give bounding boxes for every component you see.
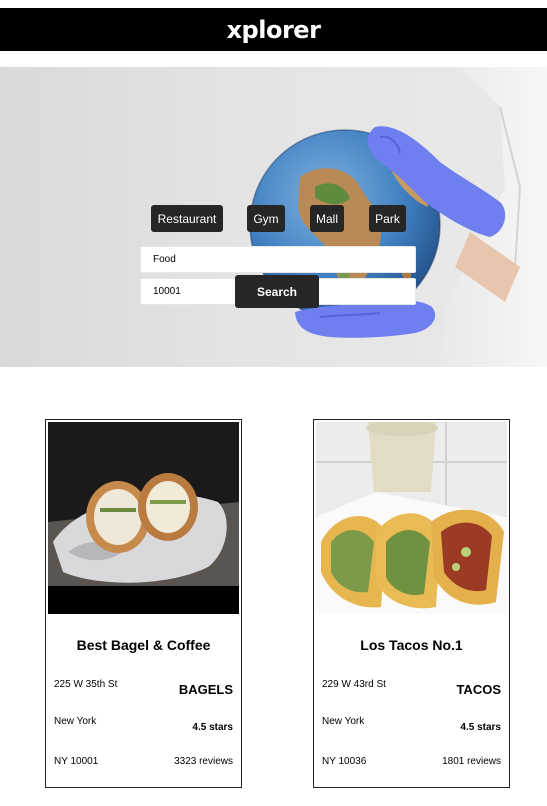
result-card[interactable]: Los Tacos No.1 229 W 43rd St TACOS New Y… xyxy=(313,419,510,788)
category-gym-button[interactable]: Gym xyxy=(247,205,285,232)
result-category: BAGELS xyxy=(178,682,233,697)
result-city: New York xyxy=(322,716,365,727)
search-term-input[interactable]: Food xyxy=(140,246,416,273)
tacos-photo xyxy=(316,422,507,614)
result-address: 225 W 35th St xyxy=(54,679,118,690)
bagel-sandwich-photo xyxy=(48,422,239,614)
result-name[interactable]: Best Bagel & Coffee xyxy=(46,637,241,653)
result-rating: 4.5 stars xyxy=(460,722,501,733)
result-city: New York xyxy=(54,716,97,727)
app-header: xplorer xyxy=(0,8,547,51)
result-reviews: 1801 reviews xyxy=(442,756,501,767)
hero-search-section: Restaurant Gym Mall Park Food 10001 Sear… xyxy=(0,67,547,367)
result-rating: 4.5 stars xyxy=(192,722,233,733)
category-restaurant-button[interactable]: Restaurant xyxy=(151,205,223,232)
result-name[interactable]: Los Tacos No.1 xyxy=(314,637,509,653)
result-category: TACOS xyxy=(456,682,501,697)
result-address: 229 W 43rd St xyxy=(322,679,386,690)
category-mall-button[interactable]: Mall xyxy=(310,205,344,232)
app-logo[interactable]: xplorer xyxy=(227,16,321,44)
search-button[interactable]: Search xyxy=(235,275,319,308)
result-zip: NY 10036 xyxy=(322,756,367,767)
category-park-button[interactable]: Park xyxy=(369,205,406,232)
result-reviews: 3323 reviews xyxy=(174,756,233,767)
result-zip: NY 10001 xyxy=(54,756,99,767)
result-card[interactable]: Best Bagel & Coffee 225 W 35th St BAGELS… xyxy=(45,419,242,788)
